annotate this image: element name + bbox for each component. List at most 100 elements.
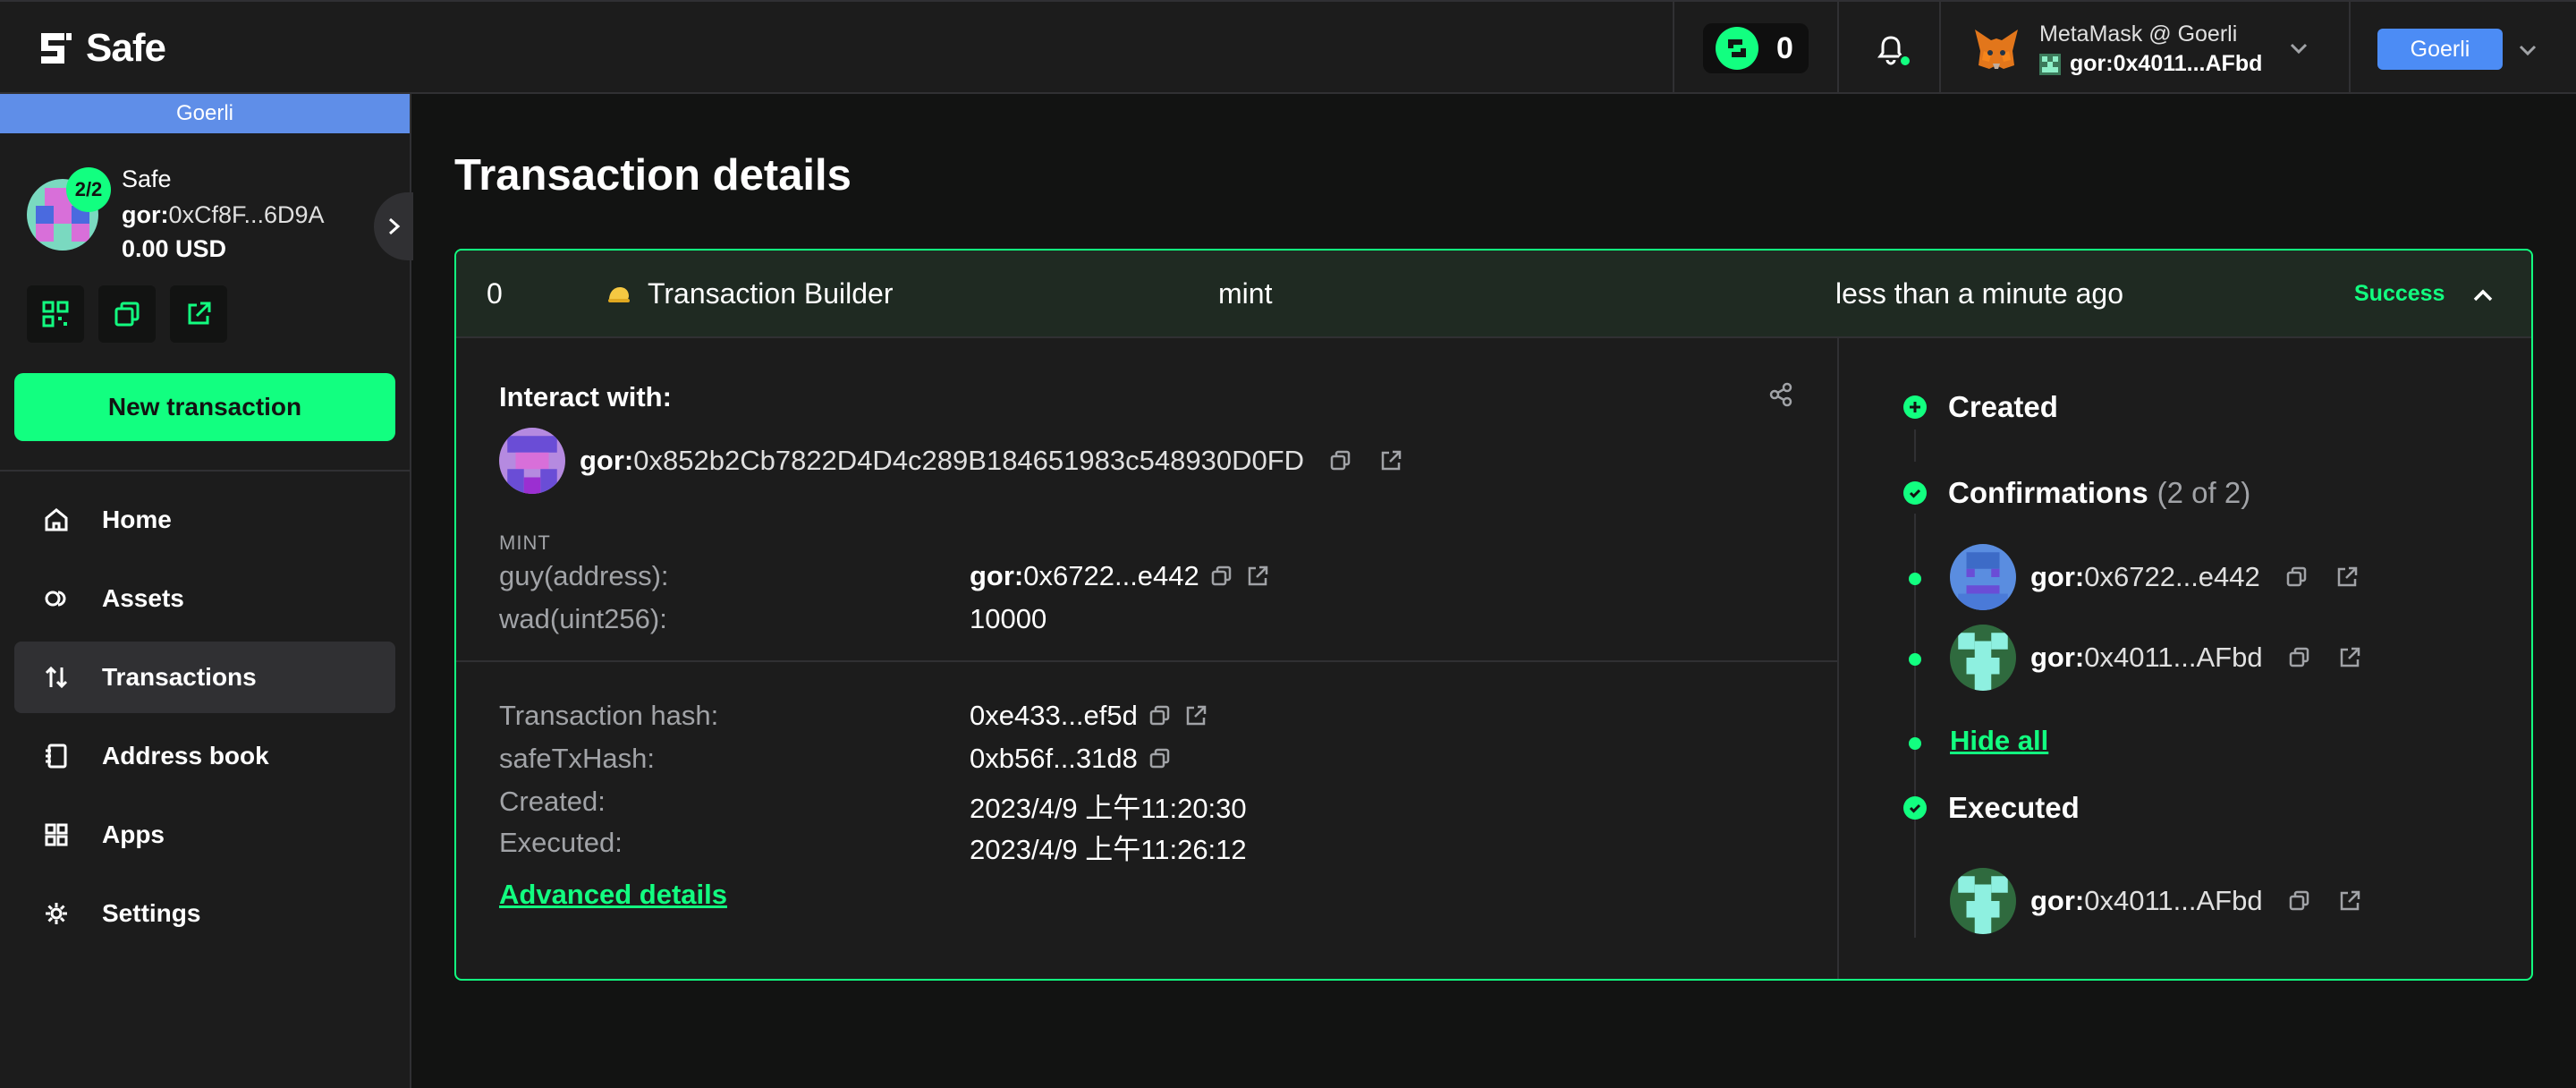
copy-address-button[interactable] xyxy=(98,285,156,343)
interact-label: Interact with: xyxy=(499,381,672,412)
header-separator xyxy=(1673,2,1674,94)
copy-icon[interactable] xyxy=(1147,702,1174,729)
sidebar-item-home[interactable]: Home xyxy=(14,484,395,556)
timeline-executed-label: Executed xyxy=(1948,791,2080,824)
chevron-down-icon[interactable] xyxy=(2515,38,2540,63)
wallet-identicon xyxy=(2039,53,2061,75)
sidebar: Goerli 2/2 Safe gor:0xCf8F...6D9A 0.00 U… xyxy=(0,94,413,1088)
timeline-dot xyxy=(1909,737,1921,750)
safe-logo[interactable]: Safe xyxy=(36,26,166,70)
contract-address-row: gor:0x852b2Cb7822D4D4c289B184651983c5489… xyxy=(499,428,1404,494)
safe-logo-icon xyxy=(41,33,72,64)
tx-app-name: Transaction Builder xyxy=(648,277,894,310)
contract-avatar xyxy=(499,428,565,494)
copy-icon[interactable] xyxy=(2284,564,2310,591)
settings-icon xyxy=(41,898,72,929)
external-link-icon xyxy=(188,302,211,325)
external-link-icon[interactable] xyxy=(1244,563,1271,590)
tx-hash-value: 0xe433...ef5d xyxy=(970,700,1138,731)
external-link-icon[interactable] xyxy=(2336,644,2363,671)
header-separator xyxy=(1837,2,1839,94)
safe-tx-hash-value: 0xb56f...31d8 xyxy=(970,743,1138,774)
safe-list-toggle[interactable] xyxy=(374,192,413,260)
header-separator xyxy=(1939,2,1941,94)
sidebar-item-label: Transactions xyxy=(102,663,257,691)
external-link-icon[interactable] xyxy=(1377,447,1404,474)
sidebar-item-apps[interactable]: Apps xyxy=(14,799,395,871)
sidebar-item-label: Assets xyxy=(102,584,184,612)
confirmations-count: (2 of 2) xyxy=(2157,476,2251,509)
transaction-timeline: Created Confirmations (2 of 2) gor:0x672… xyxy=(1841,338,2531,979)
new-transaction-button[interactable]: New transaction xyxy=(14,373,395,441)
method-label: MINT xyxy=(499,531,551,554)
tx-method: mint xyxy=(1218,277,1273,310)
safe-balance: 0.00 USD xyxy=(122,235,227,262)
sidebar-nav: Home Assets Transactions Address book Ap… xyxy=(14,484,395,956)
chevron-right-icon xyxy=(389,217,401,235)
sidebar-item-address-book[interactable]: Address book xyxy=(14,720,395,792)
created-value: 2023/4/9 上午11:20:30 xyxy=(970,793,1247,824)
transaction-summary[interactable]: 0 Transaction Builder mint less than a m… xyxy=(456,251,2531,338)
transaction-builder-icon xyxy=(608,286,630,302)
external-link-icon[interactable] xyxy=(2334,564,2360,591)
copy-icon[interactable] xyxy=(1327,447,1354,474)
timeline-confirmations: Confirmations (2 of 2) xyxy=(1903,476,2250,510)
token-count: 0 xyxy=(1776,30,1793,65)
network-selector[interactable]: Goerli xyxy=(2377,29,2503,70)
sidebar-divider xyxy=(0,470,410,472)
plus-icon xyxy=(1903,395,1927,419)
timeline-dot xyxy=(1909,573,1921,585)
safe-tx-hash-label: safeTxHash: xyxy=(499,743,656,774)
chevron-down-icon[interactable] xyxy=(2286,36,2311,61)
open-explorer-button[interactable] xyxy=(170,285,227,343)
timeline-created-label: Created xyxy=(1948,390,2058,423)
home-icon xyxy=(41,505,72,535)
transaction-card: 0 Transaction Builder mint less than a m… xyxy=(454,249,2533,981)
executed-value: 2023/4/9 上午11:26:12 xyxy=(970,834,1247,865)
advanced-details-link[interactable]: Advanced details xyxy=(499,879,727,911)
copy-icon[interactable] xyxy=(1208,563,1235,590)
wallet-button[interactable]: MetaMask @ Goerli gor:0x4011...AFbd xyxy=(1971,18,2262,81)
external-link-icon[interactable] xyxy=(2336,888,2363,914)
sidebar-item-label: Home xyxy=(102,506,172,533)
safe-address: gor:0xCf8F...6D9A xyxy=(122,201,325,229)
qr-code-button[interactable] xyxy=(27,285,84,343)
details-divider xyxy=(456,660,1839,662)
param-value: gor: 0x6722...e442 xyxy=(970,560,1271,592)
signer-address-value: 0x6722...e442 xyxy=(2084,561,2260,592)
sidebar-item-assets[interactable]: Assets xyxy=(14,563,395,634)
created-label: Created: xyxy=(499,786,606,817)
copy-icon[interactable] xyxy=(2286,888,2313,914)
safe-token-button[interactable]: 0 xyxy=(1703,23,1809,73)
transactions-icon xyxy=(41,662,72,693)
check-icon xyxy=(1903,481,1927,505)
apps-icon xyxy=(41,820,72,850)
sidebar-item-label: Apps xyxy=(102,820,165,848)
wallet-name: MetaMask @ Goerli xyxy=(2039,21,2238,47)
executor-address: gor:0x4011...AFbd xyxy=(2030,885,2263,917)
threshold-badge: 2/2 xyxy=(66,167,111,212)
copy-icon[interactable] xyxy=(1147,745,1174,772)
param-value: 10000 xyxy=(970,603,1047,634)
tx-nonce: 0 xyxy=(487,277,503,310)
network-banner: Goerli xyxy=(0,94,410,133)
safe-token-icon xyxy=(1716,27,1758,70)
copy-icon[interactable] xyxy=(2286,644,2313,671)
wallet-address-value: 0x4011...AFbd xyxy=(2113,51,2263,76)
share-icon[interactable] xyxy=(1767,381,1794,408)
external-link-icon[interactable] xyxy=(1182,702,1209,729)
sidebar-item-settings[interactable]: Settings xyxy=(14,878,395,949)
timeline-dot xyxy=(1909,653,1921,666)
hide-all-link[interactable]: Hide all xyxy=(1950,725,2048,757)
safe-address-prefix: gor: xyxy=(122,201,169,228)
copy-icon xyxy=(114,302,140,327)
safe-logo-text: Safe xyxy=(86,26,166,70)
wallet-address: gor:0x4011...AFbd xyxy=(2039,51,2262,77)
chevron-up-icon[interactable] xyxy=(2470,283,2496,308)
signer-avatar xyxy=(1950,625,2016,691)
timeline-executed: Executed xyxy=(1903,791,2080,825)
sidebar-item-label: Address book xyxy=(102,742,269,769)
signer-row: gor:0x6722...e442 xyxy=(1950,544,2360,610)
sidebar-item-transactions[interactable]: Transactions xyxy=(14,642,395,713)
executed-label: Executed: xyxy=(499,827,623,858)
